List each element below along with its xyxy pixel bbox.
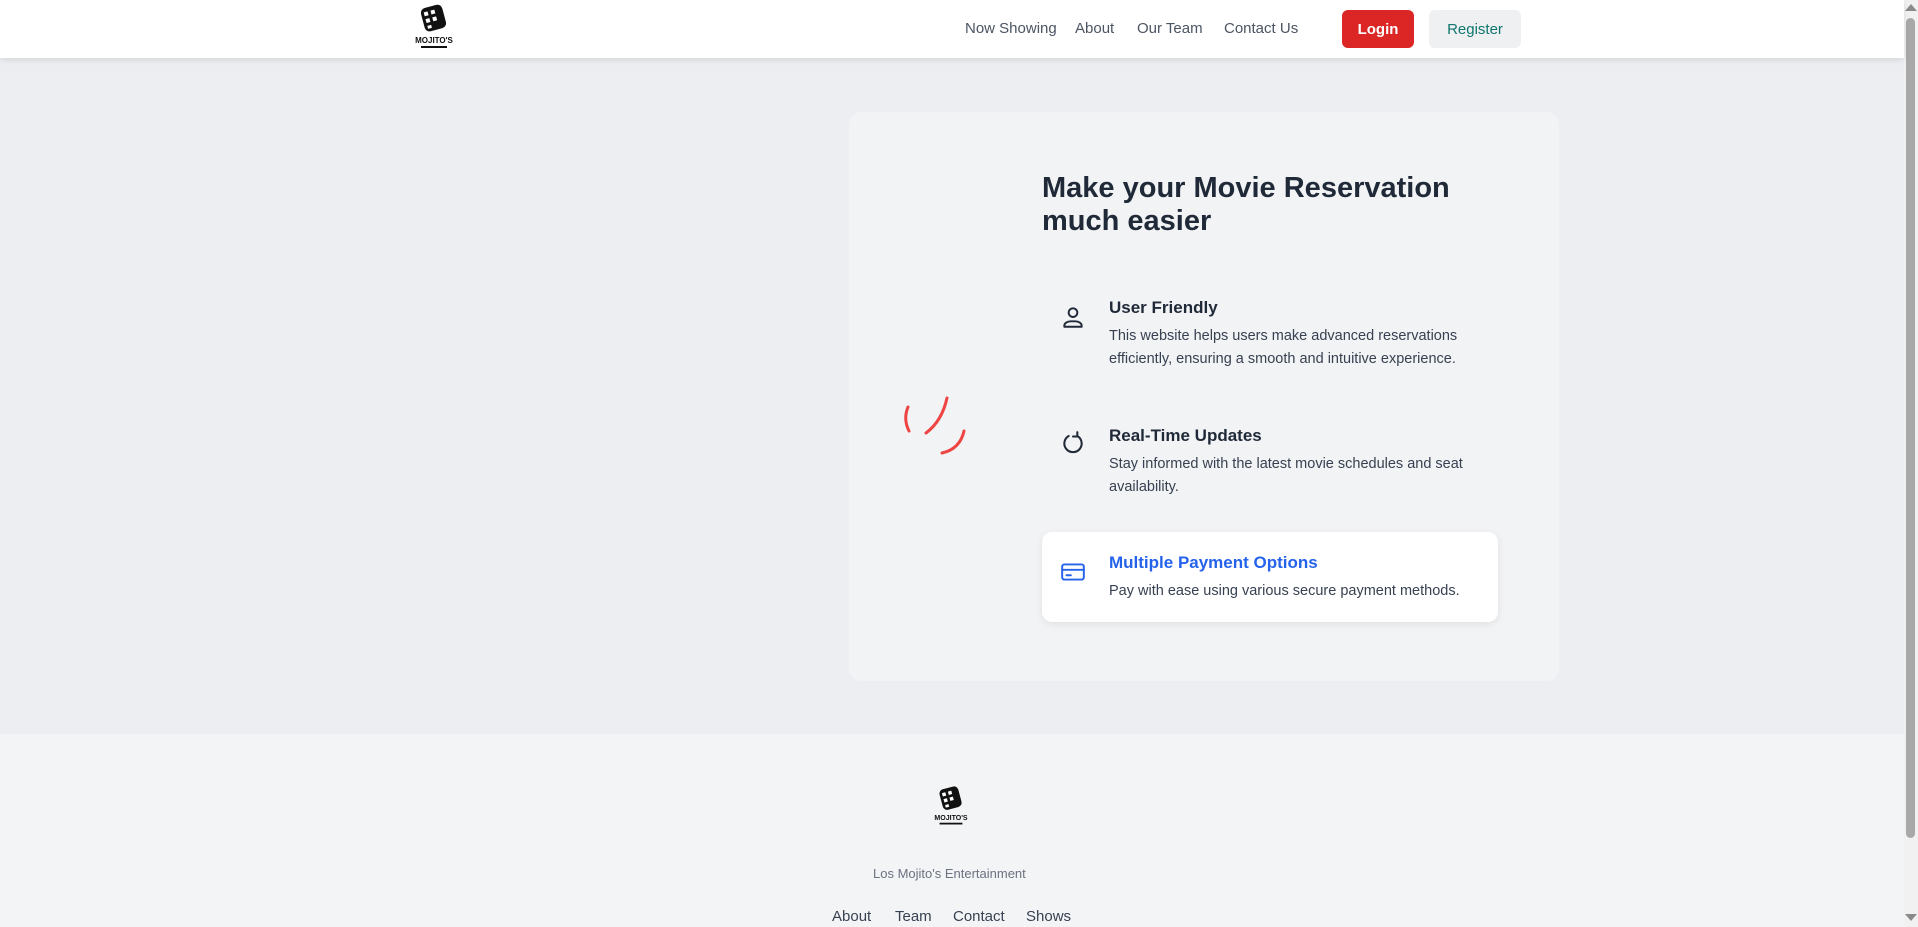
- nav-our-team[interactable]: Our Team: [1137, 20, 1203, 37]
- svg-text:MOJITO'S: MOJITO'S: [415, 36, 453, 45]
- credit-card-icon: [1060, 559, 1086, 585]
- footer-company-name: Los Mojito's Entertainment: [873, 866, 1026, 881]
- login-button[interactable]: Login: [1342, 10, 1414, 48]
- refresh-icon: [1060, 430, 1086, 456]
- scroll-down-arrow-icon[interactable]: [1905, 914, 1917, 921]
- footer-link-contact[interactable]: Contact: [953, 908, 1005, 925]
- register-button[interactable]: Register: [1429, 10, 1521, 48]
- logo-icon[interactable]: MOJITO'S: [409, 2, 459, 52]
- nav-about[interactable]: About: [1075, 20, 1114, 37]
- svg-text:MOJITO'S: MOJITO'S: [934, 815, 967, 822]
- feature-user-friendly: User Friendly This website helps users m…: [1042, 290, 1498, 380]
- feature-description: Pay with ease using various secure payme…: [1109, 583, 1460, 599]
- user-icon: [1060, 304, 1086, 330]
- scroll-up-arrow-icon[interactable]: [1905, 4, 1917, 11]
- nav-now-showing[interactable]: Now Showing: [965, 20, 1057, 37]
- feature-title: Real-Time Updates: [1109, 426, 1262, 445]
- footer: [0, 734, 1904, 927]
- top-navbar: MOJITO'S Now Showing About Our Team Cont…: [0, 0, 1904, 58]
- feature-description: This website helps users make advanced r…: [1109, 328, 1458, 367]
- scrollbar-thumb[interactable]: [1906, 18, 1915, 838]
- footer-logo-icon[interactable]: MOJITO'S: [929, 784, 973, 828]
- feature-description: Stay informed with the latest movie sche…: [1109, 456, 1463, 495]
- footer-link-about[interactable]: About: [832, 908, 871, 925]
- feature-real-time-updates: Real-Time Updates Stay informed with the…: [1042, 418, 1498, 508]
- feature-title: User Friendly: [1109, 298, 1218, 317]
- footer-link-team[interactable]: Team: [895, 908, 932, 925]
- feature-multiple-payment-options[interactable]: Multiple Payment Options Pay with ease u…: [1042, 532, 1498, 622]
- footer-link-shows[interactable]: Shows: [1026, 908, 1071, 925]
- nav-contact-us[interactable]: Contact Us: [1224, 20, 1298, 37]
- feature-title: Multiple Payment Options: [1109, 553, 1318, 572]
- page-title: Make your Movie Reservation much easier: [1042, 172, 1450, 237]
- loading-spinner-icon: [898, 393, 970, 465]
